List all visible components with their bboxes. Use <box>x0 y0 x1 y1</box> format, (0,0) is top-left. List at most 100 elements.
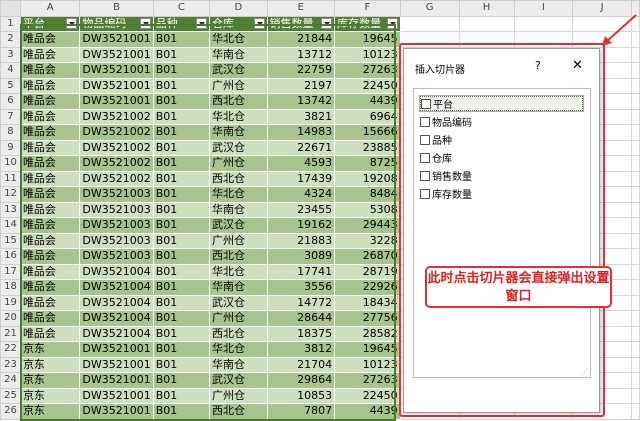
cell-variety[interactable]: B01 <box>152 62 211 79</box>
cell-platform[interactable]: 京东 <box>19 387 81 404</box>
cell-platform[interactable]: 唯品会 <box>19 186 81 203</box>
cell-stock[interactable]: 4439 <box>334 93 401 110</box>
checkbox[interactable] <box>420 134 430 145</box>
cell-sales[interactable]: 7807 <box>266 403 336 420</box>
cell-platform[interactable]: 唯品会 <box>19 279 81 296</box>
cell-stock[interactable]: 10123 <box>334 356 401 373</box>
empty-cell[interactable] <box>631 372 640 389</box>
cell-platform[interactable]: 唯品会 <box>19 263 81 280</box>
close-icon[interactable]: ✕ <box>572 58 583 73</box>
row-number[interactable]: 8 <box>0 124 21 141</box>
cell-variety[interactable]: B01 <box>152 155 211 172</box>
cell-variety[interactable]: B01 <box>152 403 211 420</box>
cell-stock[interactable]: 27263 <box>334 372 401 389</box>
cell-warehouse[interactable]: 西北仓 <box>209 325 268 342</box>
cell-variety[interactable]: B01 <box>152 310 211 327</box>
cell-variety[interactable]: B01 <box>152 356 211 373</box>
cell-platform[interactable]: 唯品会 <box>19 310 81 327</box>
cell-warehouse[interactable]: 华南仓 <box>209 201 268 218</box>
cell-platform[interactable]: 唯品会 <box>19 294 81 311</box>
row-number[interactable]: 18 <box>0 279 21 296</box>
cell-platform[interactable]: 唯品会 <box>19 62 81 79</box>
empty-cell[interactable] <box>631 46 640 63</box>
row-number[interactable]: 13 <box>0 201 21 218</box>
cell-stock[interactable]: 8484 <box>334 186 401 203</box>
cell-variety[interactable]: B01 <box>152 201 211 218</box>
empty-cell[interactable] <box>631 124 640 141</box>
column-header-f[interactable]: F <box>334 0 401 17</box>
cell-platform[interactable]: 京东 <box>19 403 81 420</box>
cell-stock[interactable]: 10123 <box>334 46 401 63</box>
empty-cell[interactable] <box>631 201 640 218</box>
row-number[interactable]: 23 <box>0 356 21 373</box>
cell-warehouse[interactable]: 武汉仓 <box>209 372 268 389</box>
cell-sales[interactable]: 21883 <box>266 232 336 249</box>
cell-code[interactable]: DW3521001 <box>79 372 154 389</box>
cell-sales[interactable]: 19162 <box>266 217 336 234</box>
cell-sales[interactable]: 2197 <box>266 77 336 94</box>
empty-cell[interactable] <box>631 155 640 172</box>
empty-cell[interactable] <box>631 294 640 311</box>
cell-variety[interactable]: B01 <box>152 294 211 311</box>
cell-platform[interactable]: 唯品会 <box>19 46 81 63</box>
checkbox[interactable] <box>420 188 430 199</box>
cell-sales[interactable]: 29864 <box>266 372 336 389</box>
cell-stock[interactable]: 28719 <box>334 263 401 280</box>
empty-cell[interactable] <box>631 217 640 234</box>
cell-platform[interactable]: 唯品会 <box>19 232 81 249</box>
empty-cell[interactable] <box>513 15 574 32</box>
cell-stock[interactable]: 22450 <box>334 387 401 404</box>
table-header-code[interactable]: 物品编码 <box>79 15 154 32</box>
table-header-variety[interactable]: 品种 <box>152 15 211 32</box>
cell-variety[interactable]: B01 <box>152 263 211 280</box>
select-all-corner[interactable] <box>0 0 21 17</box>
empty-cell[interactable] <box>631 170 640 187</box>
cell-stock[interactable]: 22450 <box>334 77 401 94</box>
row-number[interactable]: 21 <box>0 325 21 342</box>
cell-code[interactable]: DW3521003 <box>79 186 154 203</box>
cell-warehouse[interactable]: 西北仓 <box>209 93 268 110</box>
row-number[interactable]: 22 <box>0 341 21 358</box>
cell-variety[interactable]: B01 <box>152 77 211 94</box>
table-header-sales[interactable]: 销售数量 <box>266 15 336 32</box>
cell-warehouse[interactable]: 广州仓 <box>209 155 268 172</box>
cell-sales[interactable]: 28644 <box>266 310 336 327</box>
cell-platform[interactable]: 京东 <box>19 341 81 358</box>
cell-platform[interactable]: 唯品会 <box>19 217 81 234</box>
column-header-b[interactable]: B <box>79 0 154 17</box>
cell-platform[interactable]: 唯品会 <box>19 93 81 110</box>
cell-stock[interactable]: 4439 <box>334 403 401 420</box>
row-number[interactable]: 16 <box>0 248 21 265</box>
checkbox[interactable] <box>421 98 431 109</box>
row-number[interactable]: 25 <box>0 387 21 404</box>
row-number[interactable]: 14 <box>0 217 21 234</box>
cell-sales[interactable]: 4324 <box>266 186 336 203</box>
cell-stock[interactable]: 28582 <box>334 325 401 342</box>
cell-sales[interactable]: 22671 <box>266 139 336 156</box>
cell-code[interactable]: DW3521002 <box>79 139 154 156</box>
column-header-d[interactable]: D <box>209 0 268 17</box>
cell-stock[interactable]: 6964 <box>334 108 401 125</box>
cell-variety[interactable]: B01 <box>152 139 211 156</box>
cell-warehouse[interactable]: 华北仓 <box>209 31 268 48</box>
cell-sales[interactable]: 14983 <box>266 124 336 141</box>
row-number[interactable]: 7 <box>0 108 21 125</box>
cell-code[interactable]: DW3521001 <box>79 403 154 420</box>
checkbox[interactable] <box>420 170 430 181</box>
row-number[interactable]: 9 <box>0 139 21 156</box>
empty-cell[interactable] <box>631 62 640 79</box>
cell-warehouse[interactable]: 西北仓 <box>209 170 268 187</box>
cell-platform[interactable]: 唯品会 <box>19 139 81 156</box>
cell-code[interactable]: DW3521001 <box>79 62 154 79</box>
cell-stock[interactable]: 18434 <box>334 294 401 311</box>
cell-code[interactable]: DW3521001 <box>79 341 154 358</box>
cell-stock[interactable]: 19645 <box>334 31 401 48</box>
cell-platform[interactable]: 唯品会 <box>19 124 81 141</box>
cell-variety[interactable]: B01 <box>152 232 211 249</box>
cell-platform[interactable]: 唯品会 <box>19 155 81 172</box>
cell-code[interactable]: DW3521002 <box>79 170 154 187</box>
cell-sales[interactable]: 3556 <box>266 279 336 296</box>
slicer-field-list[interactable]: 平台 物品编码 品种 仓库 销售数量 库存数量 ⋰ <box>413 88 591 378</box>
cell-warehouse[interactable]: 西北仓 <box>209 403 268 420</box>
cell-warehouse[interactable]: 武汉仓 <box>209 217 268 234</box>
